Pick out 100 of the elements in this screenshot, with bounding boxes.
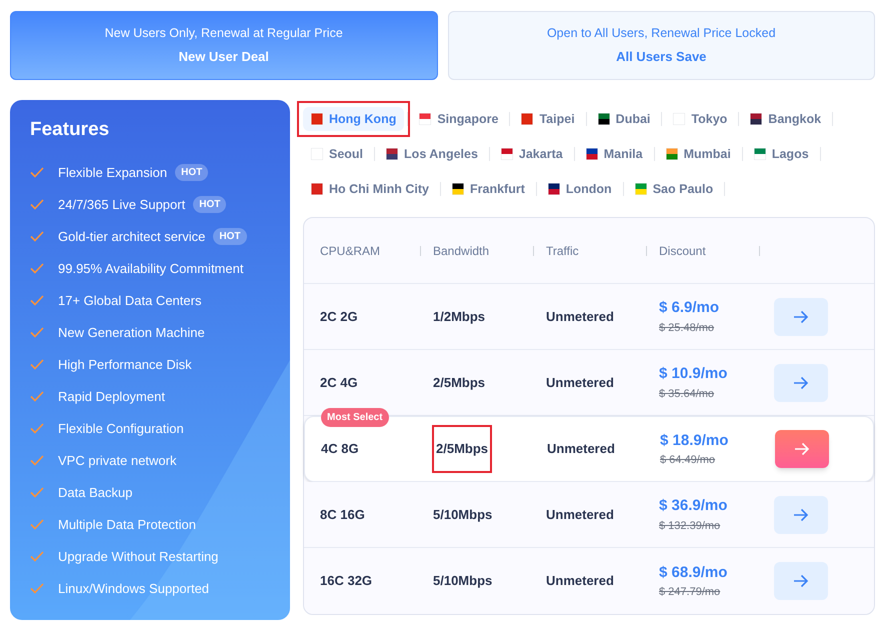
region-tab[interactable]: Mumbai bbox=[658, 142, 739, 166]
buy-button[interactable] bbox=[775, 430, 829, 468]
region-tab[interactable]: Sao Paulo bbox=[626, 177, 722, 201]
check-icon bbox=[30, 423, 44, 434]
flag-icon bbox=[521, 113, 534, 125]
column-header: Discount bbox=[659, 242, 706, 260]
cpu-ram-cell: 4C 8G bbox=[321, 441, 359, 456]
flag-icon bbox=[548, 183, 560, 195]
region-tab[interactable]: London bbox=[540, 177, 620, 201]
region-tab[interactable]: Frankfurt bbox=[444, 177, 533, 201]
discount-price: $ 6.9/mo bbox=[659, 298, 720, 318]
buy-button[interactable] bbox=[774, 496, 828, 534]
most-select-badge: Most Select bbox=[321, 408, 389, 427]
arrow-right-icon bbox=[793, 376, 809, 390]
feature-label: Data Backup bbox=[58, 484, 132, 502]
flag-icon bbox=[634, 183, 647, 195]
flag-icon bbox=[754, 148, 766, 160]
feature-label: Rapid Deployment bbox=[58, 388, 165, 406]
region-tab[interactable]: Dubai bbox=[590, 107, 658, 131]
region-tab[interactable]: Hong Kong bbox=[303, 107, 404, 131]
region-tab[interactable]: Los Angeles bbox=[378, 142, 486, 166]
feature-label: Multiple Data Protection bbox=[58, 516, 196, 534]
buy-button[interactable] bbox=[774, 364, 828, 402]
region-tab[interactable]: Singapore bbox=[411, 107, 506, 131]
buy-button[interactable] bbox=[774, 562, 828, 600]
flag-icon bbox=[452, 183, 464, 195]
region-tab[interactable]: Lagos bbox=[746, 142, 817, 166]
hot-badge: HOT bbox=[213, 228, 246, 245]
plan-tab-title: New User Deal bbox=[178, 48, 269, 66]
arrow-right-icon bbox=[793, 574, 809, 588]
region-tab[interactable]: Manila bbox=[578, 142, 651, 166]
bandwidth-cell: 1/2Mbps bbox=[433, 308, 486, 324]
feature-label: Flexible Expansion bbox=[58, 164, 168, 182]
cpu-ram-cell: 2C 2G bbox=[320, 308, 358, 324]
column-header: Traffic bbox=[546, 242, 579, 260]
feature-label: 99.95% Availability Commitment bbox=[58, 260, 244, 278]
cpu-ram-cell: 8C 16G bbox=[320, 506, 365, 522]
flag-icon bbox=[598, 113, 610, 125]
check-icon bbox=[30, 359, 44, 370]
flag-icon bbox=[311, 113, 323, 125]
check-icon bbox=[30, 519, 44, 530]
bandwidth-cell: 2/5Mbps bbox=[434, 427, 490, 471]
discount-price: $ 68.9/mo bbox=[659, 562, 728, 582]
region-tab[interactable]: Taipei bbox=[513, 107, 583, 131]
arrow-right-icon bbox=[793, 508, 809, 522]
feature-label: Upgrade Without Restarting bbox=[58, 548, 218, 566]
flag-icon bbox=[500, 148, 513, 160]
features-title: Features bbox=[30, 118, 110, 142]
discount-price: $ 36.9/mo bbox=[659, 496, 728, 516]
flag-icon bbox=[586, 148, 598, 160]
check-icon bbox=[30, 167, 44, 178]
feature-label: Gold-tier architect service bbox=[58, 228, 206, 246]
check-icon bbox=[30, 263, 44, 274]
traffic-cell: Unmetered bbox=[546, 374, 614, 390]
flag-icon bbox=[386, 148, 398, 160]
check-icon bbox=[30, 391, 44, 402]
check-icon bbox=[30, 295, 44, 306]
check-icon bbox=[30, 231, 44, 242]
plan-tab[interactable]: New Users Only, Renewal at Regular Price New User Deal bbox=[10, 11, 438, 80]
original-price: $ 64.49/mo bbox=[660, 453, 716, 468]
flag-icon bbox=[673, 113, 686, 125]
discount-price: $ 10.9/mo bbox=[659, 364, 728, 384]
hot-badge: HOT bbox=[193, 196, 226, 213]
cpu-ram-cell: 2C 4G bbox=[320, 374, 358, 390]
feature-label: Linux/Windows Supported bbox=[58, 580, 210, 598]
buy-button[interactable] bbox=[774, 298, 828, 336]
original-price: $ 35.64/mo bbox=[659, 386, 716, 402]
flag-icon bbox=[311, 148, 323, 160]
traffic-cell: Unmetered bbox=[546, 573, 614, 588]
region-tab[interactable]: Jakarta bbox=[492, 142, 571, 166]
check-icon bbox=[30, 551, 44, 562]
bandwidth-cell: 2/5Mbps bbox=[433, 374, 486, 390]
flag-icon bbox=[666, 148, 678, 160]
feature-label: New Generation Machine bbox=[58, 324, 205, 342]
check-icon bbox=[30, 487, 44, 498]
plan-tab-subtitle: New Users Only, Renewal at Regular Price bbox=[104, 25, 343, 42]
feature-label: VPC private network bbox=[58, 452, 176, 470]
region-tab[interactable]: Tokyo bbox=[665, 107, 736, 131]
flag-icon bbox=[311, 183, 323, 195]
discount-price: $ 18.9/mo bbox=[660, 430, 730, 450]
region-tab[interactable]: Seoul bbox=[303, 142, 372, 166]
check-icon bbox=[30, 583, 44, 594]
region-tab[interactable]: Ho Chi Minh City bbox=[303, 177, 437, 201]
original-price: $ 132.39/mo bbox=[659, 518, 722, 534]
cpu-ram-cell: 16C 32G bbox=[320, 573, 372, 588]
original-price: $ 247.79/mo bbox=[659, 585, 722, 600]
plan-tab-title: All Users Save bbox=[616, 48, 706, 66]
feature-label: High Performance Disk bbox=[58, 356, 192, 374]
plan-tab[interactable]: Open to All Users, Renewal Price Locked All Users Save bbox=[448, 11, 875, 80]
plan-tab-subtitle: Open to All Users, Renewal Price Locked bbox=[546, 25, 776, 42]
traffic-cell: Unmetered bbox=[546, 506, 614, 522]
hot-badge: HOT bbox=[175, 164, 208, 181]
feature-label: Flexible Configuration bbox=[58, 420, 184, 438]
flag-icon bbox=[419, 113, 432, 125]
flag-icon bbox=[750, 113, 762, 125]
arrow-right-icon bbox=[793, 310, 809, 324]
region-tab[interactable]: Bangkok bbox=[742, 107, 830, 131]
check-icon bbox=[30, 455, 44, 466]
column-header: Bandwidth bbox=[433, 242, 490, 260]
arrow-right-icon bbox=[794, 442, 810, 456]
